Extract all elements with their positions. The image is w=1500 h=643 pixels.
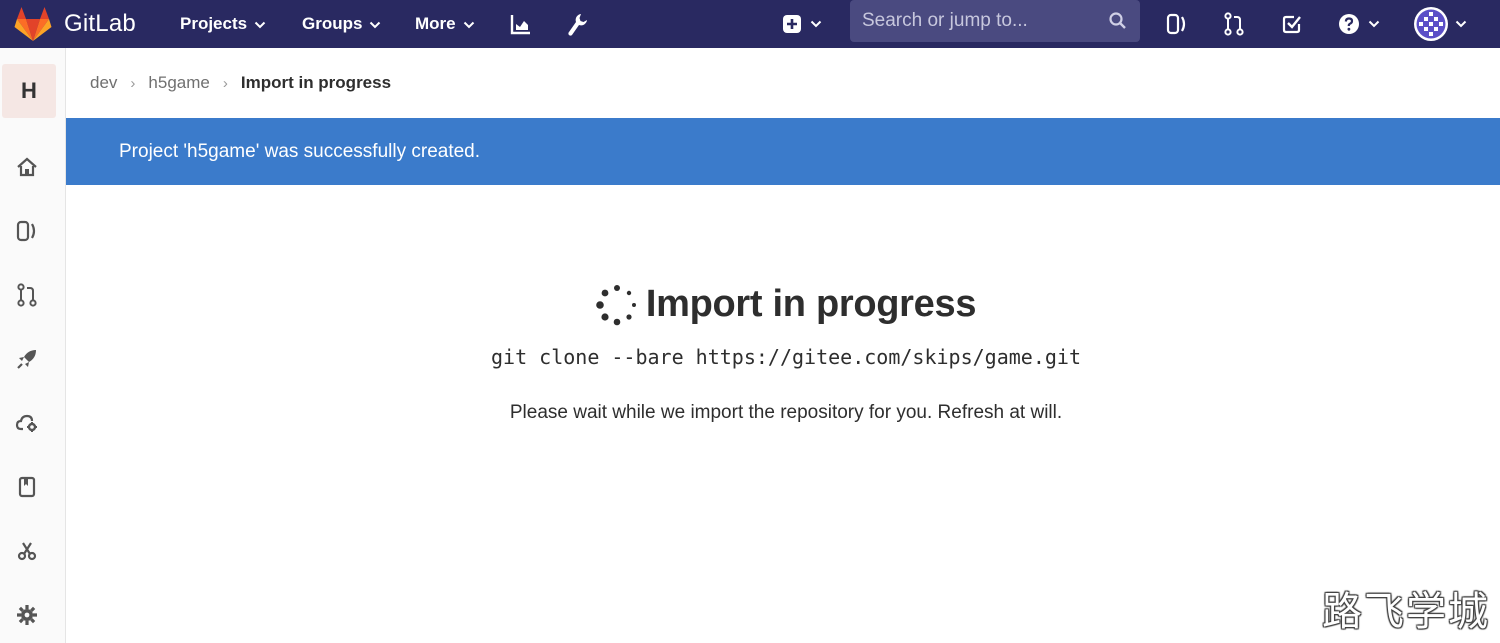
groups-menu[interactable]: Groups <box>302 0 381 48</box>
page-title: Import in progress <box>645 283 977 325</box>
sidebar-item-snippets[interactable] <box>14 538 40 564</box>
wait-message: Please wait while we import the reposito… <box>509 402 1063 423</box>
todo-check-icon <box>1282 15 1301 34</box>
issues-button[interactable] <box>1164 0 1190 48</box>
flash-message: Project 'h5game' was successfully create… <box>119 140 481 162</box>
chevron-down-icon <box>1368 20 1380 28</box>
chevron-down-icon <box>1455 20 1467 28</box>
project-avatar[interactable]: H <box>2 64 56 118</box>
import-title-row: Import in progress <box>66 283 1500 326</box>
breadcrumb-separator-icon: › <box>222 74 228 92</box>
top-navbar: GitLab Projects Groups More <box>0 0 1500 48</box>
import-status-panel: Import in progress git clone --bare http… <box>66 185 1500 643</box>
scissors-icon <box>17 542 37 561</box>
issues-icon <box>16 220 36 242</box>
rocket-icon <box>17 350 36 369</box>
spinner-icon <box>596 284 636 325</box>
new-dropdown-button[interactable] <box>778 0 826 48</box>
chart-icon <box>510 15 530 35</box>
todos-button[interactable] <box>1279 0 1305 48</box>
gear-icon <box>17 605 37 625</box>
plus-square-icon <box>783 15 801 33</box>
merge-requests-button[interactable] <box>1221 0 1247 48</box>
search-input[interactable] <box>862 10 1108 32</box>
more-menu-label: More <box>415 14 456 33</box>
breadcrumb-current[interactable]: Import in progress <box>241 73 391 93</box>
sidebar-item-ci-cd[interactable] <box>14 346 40 372</box>
sidebar-item-settings[interactable] <box>14 602 40 628</box>
chevron-down-icon <box>370 21 381 29</box>
user-avatar-icon <box>1414 7 1448 41</box>
sidebar-item-operations[interactable] <box>14 410 40 436</box>
wrench-icon <box>568 14 587 36</box>
flash-notice: Project 'h5game' was successfully create… <box>66 118 1500 185</box>
cloud-gear-icon <box>15 414 37 432</box>
home-icon <box>17 157 37 177</box>
groups-menu-label: Groups <box>302 14 363 33</box>
breadcrumb: dev › h5game › Import in progress <box>90 70 391 96</box>
chevron-down-icon <box>254 21 266 29</box>
sidebar-item-wiki[interactable] <box>14 474 40 500</box>
book-icon <box>18 476 36 498</box>
breadcrumb-separator-icon: › <box>130 74 136 92</box>
merge-request-icon <box>17 283 37 307</box>
gitlab-logo-icon <box>14 7 52 41</box>
project-sidebar: H <box>0 48 66 643</box>
admin-area-button[interactable] <box>564 0 590 48</box>
projects-menu[interactable]: Projects <box>180 0 266 48</box>
more-menu[interactable]: More <box>415 0 475 48</box>
search-box[interactable] <box>850 0 1140 42</box>
user-menu-button[interactable] <box>1410 0 1470 48</box>
merge-request-icon <box>1224 12 1244 36</box>
breadcrumb-item-dev[interactable]: dev <box>90 73 117 93</box>
activity-chart-button[interactable] <box>508 0 534 48</box>
issues-icon <box>1166 13 1186 35</box>
sidebar-item-project-overview[interactable] <box>14 154 40 180</box>
projects-menu-label: Projects <box>180 14 248 33</box>
chevron-down-icon <box>463 21 474 29</box>
brand-home-link[interactable]: GitLab <box>14 0 136 48</box>
question-icon <box>1339 14 1359 34</box>
chevron-down-icon <box>810 20 822 28</box>
search-icon <box>1109 12 1126 29</box>
sidebar-item-merge-requests[interactable] <box>14 282 40 308</box>
brand-name: GitLab <box>64 10 136 37</box>
project-initial: H <box>21 78 37 103</box>
help-dropdown-button[interactable] <box>1335 0 1383 48</box>
clone-command: git clone --bare https://gitee.com/skips… <box>490 345 1081 369</box>
breadcrumb-item-h5game[interactable]: h5game <box>148 73 209 93</box>
sidebar-item-issues[interactable] <box>14 218 40 244</box>
watermark: 路飞学城 <box>1322 589 1490 635</box>
